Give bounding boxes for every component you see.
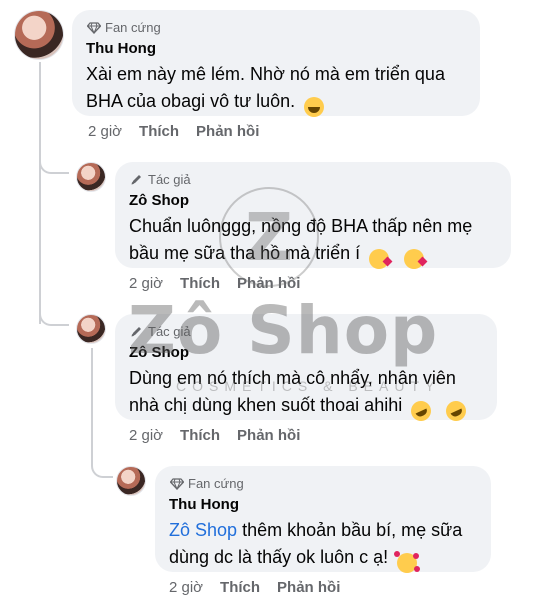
- avatar[interactable]: [76, 314, 106, 344]
- watermark-title: Zô Shop: [128, 292, 439, 369]
- watermark-letter: Z: [245, 198, 293, 276]
- watermark-logo: Z: [219, 187, 319, 287]
- thread-line-main: [39, 62, 41, 324]
- reply-button[interactable]: Phản hồi: [277, 579, 340, 596]
- mention-link[interactable]: Zô Shop: [169, 520, 237, 540]
- smiling-hearts-emoji-icon: 🥰: [394, 551, 418, 573]
- watermark-subtitle: COSMETICS & BEAUTY: [176, 378, 441, 394]
- comment-time[interactable]: 2 giờ: [129, 275, 163, 292]
- diamond-icon: [86, 20, 101, 35]
- comment-text: Zô Shop thêm khoản bầu bí, mẹ sữa dùng d…: [169, 517, 477, 573]
- comment-author[interactable]: Zô Shop: [129, 191, 497, 210]
- comment-actions: 2 giờ Thích Phản hồi: [169, 579, 340, 596]
- like-button[interactable]: Thích: [139, 123, 179, 140]
- avatar[interactable]: [116, 466, 146, 496]
- diamond-icon: [169, 476, 184, 491]
- rofl-emoji-icon: 🤣: [407, 397, 435, 425]
- thread-connector: [39, 150, 69, 174]
- comment-time[interactable]: 2 giờ: [169, 579, 203, 596]
- badge-label: Fan cứng: [188, 476, 244, 491]
- like-button[interactable]: Thích: [220, 579, 260, 596]
- comment-author[interactable]: Thu Hong: [86, 39, 466, 58]
- comment-text: Xài em này mê lém. Nhờ nó mà em triển qu…: [86, 61, 466, 117]
- reply-button[interactable]: Phản hồi: [196, 123, 259, 140]
- laughing-emoji-icon: 😆: [304, 97, 325, 117]
- thread-connector: [91, 454, 113, 478]
- avatar[interactable]: [14, 10, 64, 60]
- like-button[interactable]: Thích: [180, 427, 220, 444]
- fan-badge: Fan cứng: [86, 19, 466, 36]
- comment-time[interactable]: 2 giờ: [129, 427, 163, 444]
- badge-label: Fan cứng: [105, 20, 161, 35]
- reply-button[interactable]: Phản hồi: [237, 427, 300, 444]
- fan-badge: Fan cứng: [169, 475, 477, 492]
- author-badge: Tác giả: [129, 171, 497, 188]
- comment-bubble: Fan cứng Thu Hong Xài em này mê lém. Nhờ…: [72, 10, 480, 117]
- badge-label: Tác giả: [148, 172, 191, 187]
- avatar[interactable]: [76, 162, 106, 192]
- pencil-icon: [129, 172, 144, 187]
- comment-actions: 2 giờ Thích Phản hồi: [88, 123, 259, 140]
- like-button[interactable]: Thích: [180, 275, 220, 292]
- kissing-emoji-icon: 😘: [404, 249, 425, 269]
- thread-connector: [39, 302, 69, 326]
- comment-author[interactable]: Thu Hong: [169, 495, 477, 514]
- kissing-emoji-icon: 😘: [369, 249, 390, 269]
- comment-body: Xài em này mê lém. Nhờ nó mà em triển qu…: [86, 64, 445, 111]
- comment-bubble: Fan cứng Thu Hong Zô Shop thêm khoản bầu…: [155, 466, 491, 573]
- thread-line-nested: [91, 348, 93, 458]
- rofl-emoji-icon: 🤣: [442, 397, 470, 425]
- comment-actions: 2 giờ Thích Phản hồi: [129, 427, 300, 444]
- comment-time[interactable]: 2 giờ: [88, 123, 122, 140]
